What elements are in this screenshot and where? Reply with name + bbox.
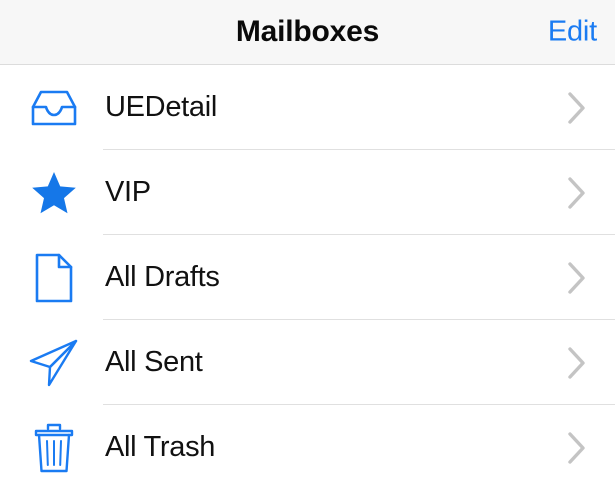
list-item-all-trash[interactable]: All Trash	[0, 405, 615, 490]
chevron-right-icon	[567, 261, 587, 295]
star-filled-icon	[26, 165, 82, 221]
paper-plane-icon	[26, 335, 82, 391]
list-item-label: All Sent	[105, 346, 203, 378]
inbox-tray-icon	[26, 80, 82, 136]
chevron-right-icon	[567, 91, 587, 125]
chevron-right-icon	[567, 431, 587, 465]
trash-can-icon	[26, 420, 82, 476]
mailbox-list: UEDetail VIP All Drafts All Sent All Tra…	[0, 65, 615, 500]
chevron-right-icon	[567, 176, 587, 210]
document-page-icon	[26, 250, 82, 306]
chevron-right-icon	[567, 346, 587, 380]
page-title: Mailboxes	[235, 15, 380, 48]
list-item-uedetail[interactable]: UEDetail	[0, 65, 615, 150]
list-item-label: VIP	[105, 176, 151, 208]
list-item-label: All Drafts	[105, 261, 220, 293]
list-item-label: All Trash	[105, 431, 216, 463]
list-item-all-sent[interactable]: All Sent	[0, 320, 615, 405]
list-item-vip[interactable]: VIP	[0, 150, 615, 235]
navigation-bar: Mailboxes Edit	[0, 0, 615, 65]
edit-button[interactable]: Edit	[548, 17, 597, 47]
list-item-label: UEDetail	[105, 91, 218, 123]
list-item-all-drafts[interactable]: All Drafts	[0, 235, 615, 320]
mailboxes-screen: Mailboxes Edit UEDetail VIP All Drafts A…	[0, 0, 615, 500]
